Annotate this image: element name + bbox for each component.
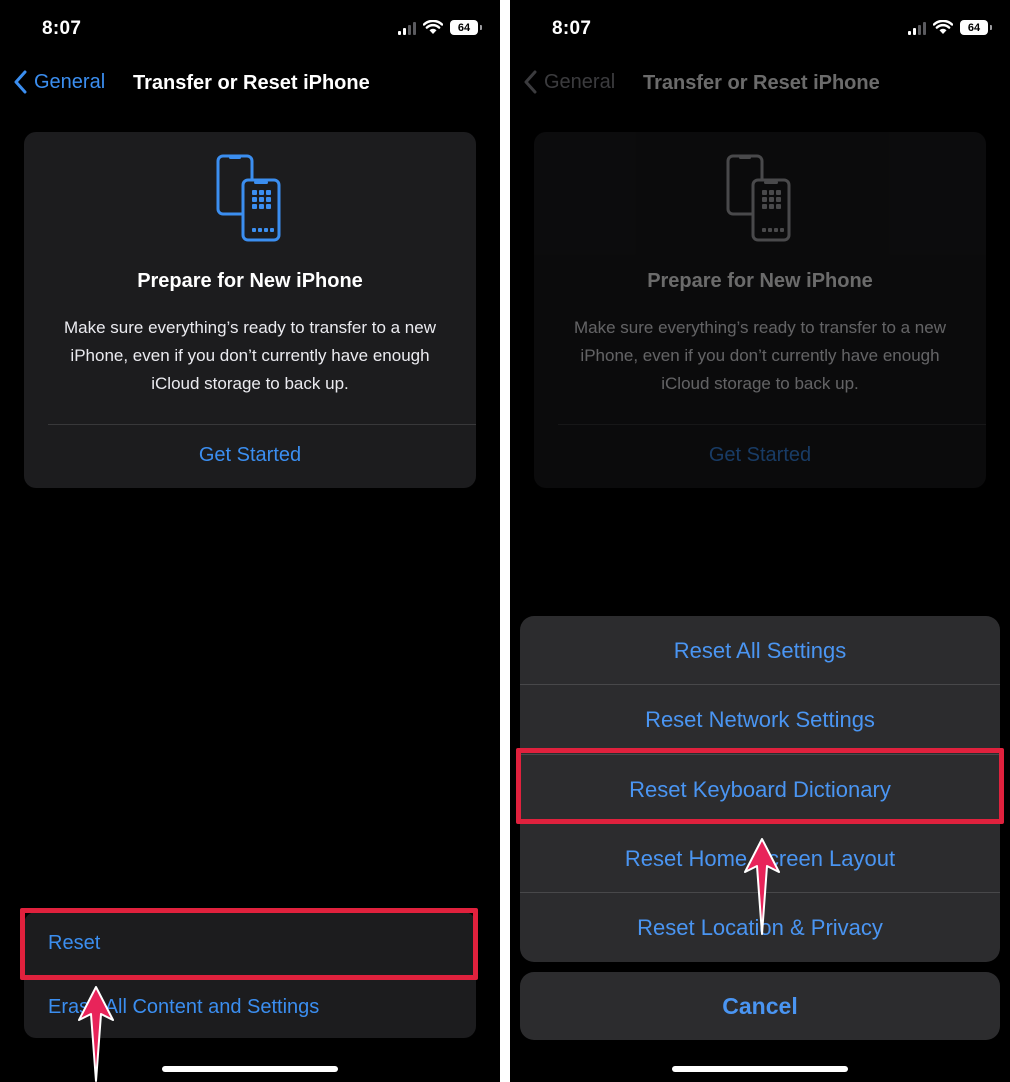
reset-all-settings-button[interactable]: Reset All Settings <box>520 616 1000 685</box>
home-indicator <box>672 1066 848 1072</box>
get-started-button: Get Started <box>708 444 812 466</box>
status-time: 8:07 <box>42 18 82 39</box>
chevron-left-icon <box>524 70 537 94</box>
card-description: Make sure everything’s ready to transfer… <box>64 318 436 393</box>
screen-transfer-reset: 8:07 64 General Transfer or Reset iPhone <box>0 0 500 1082</box>
back-button[interactable]: General <box>14 70 105 94</box>
divider <box>558 424 986 425</box>
highlight-box-keyboard-dictionary <box>516 748 1004 824</box>
pointer-arrow-icon <box>78 986 114 1082</box>
page-title: Transfer or Reset iPhone <box>643 72 880 94</box>
get-started-button[interactable]: Get Started <box>24 444 476 467</box>
cancel-button[interactable]: Cancel <box>520 972 1000 1040</box>
highlight-box-reset <box>20 908 478 980</box>
card-title: Prepare for New iPhone <box>137 270 363 292</box>
back-label: General <box>34 70 106 93</box>
page-title: Transfer or Reset iPhone <box>133 72 370 94</box>
chevron-left-icon <box>14 70 27 94</box>
home-indicator <box>162 1066 338 1072</box>
pointer-arrow-icon <box>744 838 780 935</box>
card-description: Make sure everything’s ready to transfer… <box>574 318 946 393</box>
two-phones-icon <box>726 154 791 242</box>
status-icons: 64 <box>398 20 482 35</box>
battery-icon: 64 <box>450 20 482 35</box>
back-label: General <box>544 70 616 93</box>
cellular-signal-icon <box>398 21 416 35</box>
reset-network-settings-button[interactable]: Reset Network Settings <box>520 685 1000 754</box>
prepare-card: Prepare for New iPhone Make sure everyth… <box>24 132 476 488</box>
two-phones-icon <box>216 154 281 242</box>
screen-reset-sheet: 8:07 64 General Transfer or Reset iPhone <box>510 0 1010 1082</box>
wifi-icon <box>423 20 443 34</box>
back-button[interactable]: General <box>524 70 615 94</box>
divider <box>48 424 476 425</box>
prepare-card: Prepare for New iPhone Make sure everyth… <box>534 132 986 488</box>
card-title: Prepare for New iPhone <box>647 270 873 292</box>
